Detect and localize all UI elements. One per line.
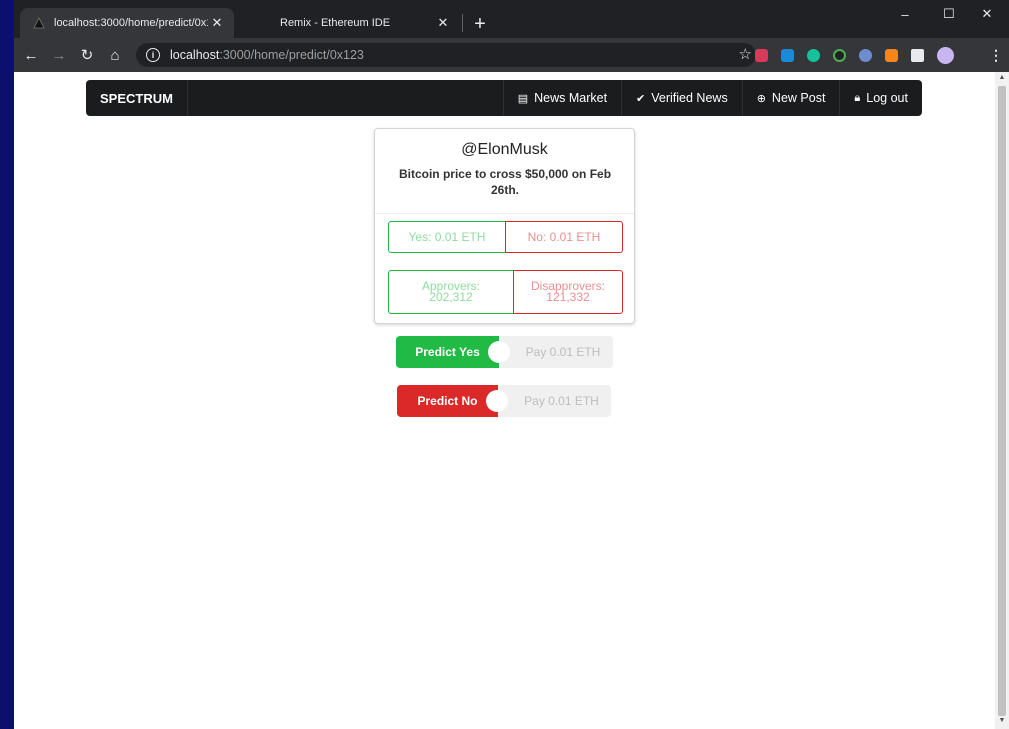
tab-title: Remix - Ethereum IDE [280,17,391,29]
new-tab-icon[interactable]: + [468,12,492,36]
nav-item-label: Verified News [651,91,728,105]
nav-item-label: New Post [771,91,826,105]
nav-item-label: News Market [534,91,608,105]
predict-no-button[interactable]: Predict No [397,385,498,417]
remix-favicon-icon [258,16,272,30]
home-icon[interactable]: ⌂ [104,44,126,66]
back-icon[interactable]: ← [20,44,42,66]
reload-icon[interactable]: ↻ [76,44,98,66]
predict-yes-group: Predict Yes Pay 0.01 ETH [396,336,613,368]
nav-item-news-market[interactable]: ▤ News Market [502,80,621,116]
close-window-icon[interactable]: ✕ [965,0,1009,28]
tab-title: localhost:3000/home/predict/0x1 [54,17,208,29]
page-scrollbar[interactable]: ▲ ▼ [995,72,1009,729]
approvers-count[interactable]: Approvers: 202,312 [388,270,514,314]
url-text[interactable]: localhost:3000/home/predict/0x123 [170,48,364,62]
card-divider [375,213,634,214]
bookmark-star-icon[interactable]: ☆ [739,45,752,63]
extension-globe-icon[interactable] [859,49,872,62]
vote-count-group: Approvers: 202,312 Disapprovers: 121,332 [388,270,623,314]
price-button-group: Yes: 0.01 ETH No: 0.01 ETH [388,221,623,253]
extension-blue-icon[interactable] [781,49,794,62]
prediction-card: @ElonMusk Bitcoin price to cross $50,000… [374,128,635,324]
predict-no-group: Predict No Pay 0.01 ETH [397,385,611,417]
profile-avatar[interactable] [937,47,954,64]
or-divider [488,341,510,363]
tab-remix[interactable]: Remix - Ethereum IDE ✕ [246,8,460,38]
extension-grammarly-icon[interactable] [807,49,820,62]
disapprovers-count[interactable]: Disapprovers: 121,332 [513,270,623,314]
app-navbar: SPECTRUM ▤ News Market ✔ Verified News ⊕… [86,80,922,116]
scroll-up-icon[interactable]: ▲ [998,74,1006,84]
newspaper-icon: ▤ [517,92,529,105]
nav-item-label: Log out [866,91,908,105]
brand-logo[interactable]: SPECTRUM [86,80,188,116]
pay-no-button[interactable]: Pay 0.01 ETH [498,385,611,417]
yes-price-button[interactable]: Yes: 0.01 ETH [388,221,506,253]
tab-close-icon[interactable]: ✕ [434,14,452,32]
browser-window: localhost:3000/home/predict/0x1 ✕ Remix … [14,0,1009,729]
prediction-description: Bitcoin price to cross $50,000 on Feb 26… [398,167,612,197]
tab-localhost[interactable]: localhost:3000/home/predict/0x1 ✕ [20,8,234,38]
tab-strip: localhost:3000/home/predict/0x1 ✕ Remix … [14,0,1009,38]
extension-metamask-icon[interactable] [885,49,898,62]
tab-close-icon[interactable]: ✕ [208,14,226,32]
or-divider [486,390,508,412]
extension-pocket-icon[interactable] [755,49,768,62]
minimize-icon[interactable]: – [883,0,927,28]
extensions-puzzle-icon[interactable] [911,49,924,62]
author-handle: @ElonMusk [461,141,548,158]
lock-icon: 🔒︎ [854,91,861,104]
check-circle-icon: ✔ [636,92,646,105]
browser-toolbar: ← → ↻ ⌂ i localhost:3000/home/predict/0x… [14,38,1009,72]
forward-icon[interactable]: → [48,44,70,66]
info-icon[interactable]: i [146,48,160,62]
predict-yes-button[interactable]: Predict Yes [396,336,499,368]
pay-yes-button[interactable]: Pay 0.01 ETH [499,336,613,368]
browser-menu-icon[interactable]: ⋮ [989,47,1003,64]
page-viewport: SPECTRUM ▤ News Market ✔ Verified News ⊕… [14,72,995,729]
scroll-down-icon[interactable]: ▼ [998,717,1006,727]
nav-menu: ▤ News Market ✔ Verified News ⊕ New Post… [502,80,922,116]
no-price-button[interactable]: No: 0.01 ETH [505,221,623,253]
triangle-favicon-icon [32,16,46,30]
nav-item-verified-news[interactable]: ✔ Verified News [621,80,742,116]
address-bar[interactable]: i localhost:3000/home/predict/0x123 ☆ [136,43,756,67]
tab-separator [462,14,463,32]
nav-item-log-out[interactable]: 🔒︎ Log out [839,80,922,116]
scrollbar-thumb[interactable] [998,86,1006,716]
plus-circle-icon: ⊕ [756,92,766,105]
extension-check-icon[interactable] [833,49,846,62]
nav-item-new-post[interactable]: ⊕ New Post [741,80,840,116]
